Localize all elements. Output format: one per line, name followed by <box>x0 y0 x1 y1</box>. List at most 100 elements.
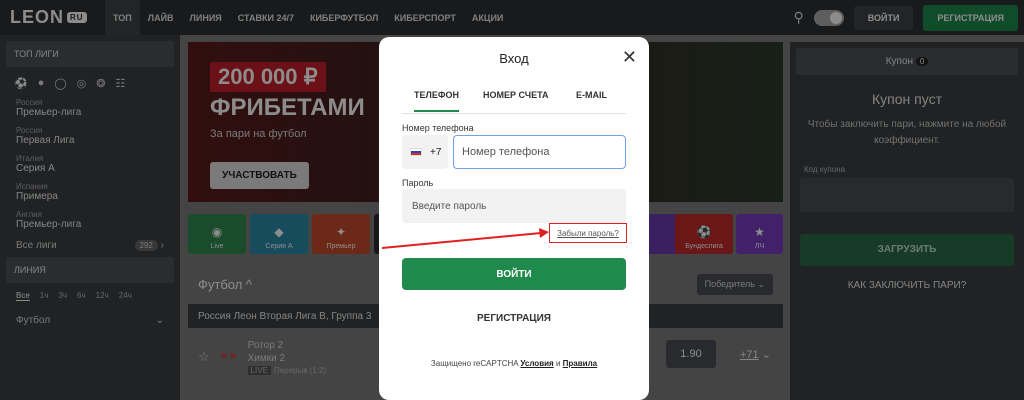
league-country: Италия <box>16 154 44 163</box>
tennis-icon[interactable]: ◎ <box>77 77 87 90</box>
coupon-empty-text: Чтобы заключить пари, нажмите на любой к… <box>807 119 1007 146</box>
league-item[interactable]: Россия Премьер-лига <box>6 94 174 122</box>
live-badge: LIVE <box>247 365 271 375</box>
all-leagues-count: 292 <box>134 240 158 251</box>
live-icon: ◉ <box>211 225 223 239</box>
match-teams: Ротор 2 Химки 2 LIVE Перерыв (1:2) <box>247 339 327 375</box>
nav-promotions[interactable]: АКЦИИ <box>464 0 512 35</box>
match-period: Перерыв (1:2) <box>273 365 327 375</box>
tile-label: Live <box>210 243 224 250</box>
period-all[interactable]: Все <box>16 291 30 301</box>
search-icon[interactable]: ⚲ <box>793 9 803 26</box>
league-item[interactable]: Россия Первая Лига <box>6 122 174 150</box>
close-icon[interactable]: ✕ <box>622 48 637 66</box>
password-input[interactable]: Введите пароль <box>402 189 626 223</box>
tile-label: Бундеслига <box>685 243 723 250</box>
forgot-password-link[interactable]: Забыли пароль? <box>549 223 627 243</box>
league-country: Испания <box>16 182 48 191</box>
line-header: ЛИНИЯ <box>6 257 174 283</box>
chevron-down-icon: ⌄ <box>155 315 164 326</box>
sport-icons: ⚽ ● ◯ ◎ ❂ ☷ <box>6 67 174 94</box>
champions-league-icon: ★ <box>754 225 765 239</box>
phone-input[interactable]: Номер телефона <box>453 135 626 169</box>
team-away: Химки 2 <box>247 352 286 364</box>
recaptcha-text: Защищено reCAPTCHA <box>430 359 519 368</box>
period-filter: Все 1ч 3ч 6ч 12ч 24ч <box>6 283 174 309</box>
tab-phone[interactable]: ТЕЛЕФОН <box>414 90 459 112</box>
football-section[interactable]: Футбол ⌄ <box>6 309 174 332</box>
bundesliga-icon: ⚽ <box>696 225 712 239</box>
football-icon[interactable]: ⚽ <box>14 77 28 90</box>
country-code-select[interactable]: +7 <box>402 135 448 169</box>
nav-cyberfootball[interactable]: КИБЕРФУТБОЛ <box>302 0 386 35</box>
more-markets-count: +71 <box>740 349 759 361</box>
period-1h[interactable]: 1ч <box>40 291 49 301</box>
tile-serie-a[interactable]: ◆ Серия А <box>250 214 308 254</box>
logo-badge: RU <box>67 12 87 23</box>
coupon-header-label: Купон <box>885 56 914 67</box>
coupon-load-button[interactable]: ЗАГРУЗИТЬ <box>800 234 1014 266</box>
country-code: +7 <box>430 146 442 158</box>
top-navbar: LEON RU ТОП ЛАЙВ ЛИНИЯ СТАВКИ 24/7 КИБЕРФ… <box>0 0 1024 35</box>
tile-champions-league[interactable]: ★ ЛЧ <box>736 214 783 254</box>
tile-premier[interactable]: ✦ Премьер <box>312 214 370 254</box>
team-logos: ⚑⚑ <box>219 351 238 363</box>
coupon-code-input[interactable] <box>800 178 1014 212</box>
tile-label: Серия А <box>265 243 293 250</box>
favorite-star-icon[interactable]: ☆ <box>198 349 210 365</box>
tab-divider <box>402 113 626 114</box>
coupon-panel: Купон 0 Купон пуст Чтобы заключить пари,… <box>790 42 1024 400</box>
league-item[interactable]: Италия Серия А <box>6 150 174 178</box>
league-item[interactable]: Испания Примера <box>6 178 174 206</box>
promo-title: ФРИБЕТАМИ <box>210 94 365 121</box>
terms-link[interactable]: Условия <box>520 359 553 368</box>
rules-link[interactable]: Правила <box>563 359 597 368</box>
nav-live[interactable]: ЛАЙВ <box>140 0 182 35</box>
league-item[interactable]: Англия Премьер-лига <box>6 206 174 234</box>
tile-bundesliga[interactable]: ⚽ Бундеслига <box>675 214 733 254</box>
tab-email[interactable]: E-MAIL <box>576 90 607 100</box>
header-register-button[interactable]: РЕГИСТРАЦИЯ <box>923 4 1018 31</box>
participate-button[interactable]: УЧАСТВОВАТЬ <box>210 162 309 189</box>
nav-esports[interactable]: КИБЕРСПОРТ <box>386 0 464 35</box>
more-markets-link[interactable]: +71 ⌄ <box>740 348 771 361</box>
market-select[interactable]: Победитель ⌄ <box>696 274 773 295</box>
odd-button[interactable]: 1.90 <box>666 340 716 368</box>
login-button[interactable]: ВОЙТИ <box>402 258 626 290</box>
promo-amount: 200 000 ₽ <box>210 62 326 92</box>
theme-toggle[interactable] <box>813 9 844 26</box>
team-home: Ротор 2 <box>247 339 284 351</box>
recaptcha-and: и <box>555 359 561 368</box>
how-to-bet-link[interactable]: КАК ЗАКЛЮЧИТЬ ПАРИ? <box>796 280 1018 291</box>
league-country: Англия <box>16 210 42 219</box>
league-country: Россия <box>16 98 43 107</box>
coupon-header[interactable]: Купон 0 <box>796 48 1018 75</box>
chevron-down-icon: ⌄ <box>761 349 771 361</box>
nav-line[interactable]: ЛИНИЯ <box>182 0 230 35</box>
league-name: Первая Лига <box>16 135 75 146</box>
phone-label: Номер телефона <box>402 123 474 133</box>
basketball-icon[interactable]: ◯ <box>54 77 66 90</box>
all-leagues-link[interactable]: Все лиги 292 › <box>6 234 174 257</box>
league-name: Примера <box>16 191 58 202</box>
promo-subtitle: За пари на футбол <box>210 128 307 140</box>
nav-bets247[interactable]: СТАВКИ 24/7 <box>230 0 302 35</box>
period-3h[interactable]: 3ч <box>58 291 67 301</box>
tab-account-number[interactable]: НОМЕР СЧЕТА <box>483 90 549 100</box>
all-leagues-label: Все лиги <box>16 240 57 251</box>
logo[interactable]: LEON RU <box>0 0 105 35</box>
register-link[interactable]: РЕГИСТРАЦИЯ <box>379 313 649 324</box>
period-24h[interactable]: 24ч <box>119 291 132 301</box>
password-label: Пароль <box>402 178 434 188</box>
premier-icon: ✦ <box>335 225 347 239</box>
tile-live[interactable]: ◉ Live <box>188 214 246 254</box>
hockey-icon[interactable]: ● <box>38 77 45 90</box>
logo-text: LEON <box>10 7 65 27</box>
sport-title[interactable]: Футбол ^ <box>198 277 252 292</box>
header-login-button[interactable]: ВОЙТИ <box>853 5 914 30</box>
period-12h[interactable]: 12ч <box>96 291 109 301</box>
gamepad-icon[interactable]: ☷ <box>116 77 126 90</box>
period-6h[interactable]: 6ч <box>77 291 86 301</box>
volleyball-icon[interactable]: ❂ <box>96 77 105 90</box>
nav-top[interactable]: ТОП <box>105 0 140 35</box>
